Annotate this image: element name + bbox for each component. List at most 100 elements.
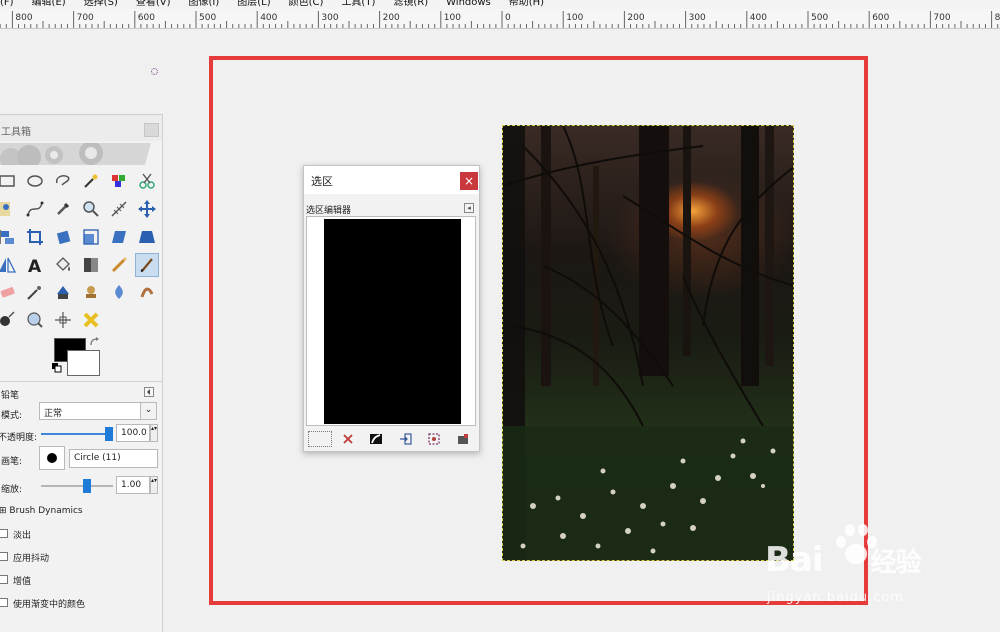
forest-photo [503,126,793,560]
brush-preview[interactable] [39,446,65,470]
panel-menu-icon[interactable] [144,387,154,397]
toolbox-titlebar[interactable]: 工具箱 [0,115,162,141]
tool-unified-transform[interactable] [51,308,75,332]
selection-to-path-button[interactable] [396,430,416,448]
tool-move[interactable] [135,197,159,221]
cage-icon [27,312,43,328]
menu-item[interactable]: 编辑(E) [23,0,75,9]
gradient-color-checkbox[interactable] [0,598,8,607]
tool-perspective[interactable] [135,225,159,249]
invert-selection-button[interactable] [366,430,386,448]
menu-item[interactable]: 图像(I) [180,0,229,9]
tool-options-panel: 铅笔 模式: 正常 ⌄ 不透明度: 100.0 ▴▾ 画笔: Circle (1… [0,381,162,610]
menu-item[interactable]: Windows [437,0,500,9]
image-canvas[interactable] [502,125,794,561]
tool-foreground-select[interactable] [0,197,19,221]
stroke-selection-button[interactable] [424,430,444,448]
incremental-checkbox[interactable] [0,575,8,584]
scale-track[interactable] [41,479,113,493]
toolbox-close-button[interactable] [144,123,159,137]
tool-clone[interactable] [79,280,103,304]
tool-ellipse-select[interactable] [23,169,47,193]
wilber-drop-zone[interactable] [0,143,151,165]
tool-smudge[interactable] [135,280,159,304]
opacity-stepper-icon[interactable]: ▴▾ [150,424,158,442]
tool-ink[interactable] [51,280,75,304]
tool-measure[interactable] [107,197,131,221]
save-to-channel-button[interactable] [453,430,473,448]
tool-warp[interactable] [79,308,103,332]
tool-pencil[interactable] [107,253,131,277]
foreground-select-icon [0,202,10,216]
watermark-brand-cn: 经验 [870,548,922,578]
brush-name-field[interactable]: Circle (11) [69,449,158,468]
baidu-watermark: Bai 经验 jingyan.baidu.com [765,520,965,610]
tool-rotate[interactable] [51,225,75,249]
tool-blend[interactable] [79,253,103,277]
tool-dodge-burn[interactable] [0,308,19,332]
perspective-icon [139,231,155,243]
rect-select-icon [0,175,15,187]
panel-menu-icon[interactable]: ◂ [464,203,474,213]
swap-colors-icon[interactable] [89,337,101,349]
horizontal-ruler[interactable]: 800 700 600 500 400 300 200 100 0 100 200 300 400 500… [0,9,1000,29]
toolbox-panel: 工具箱 A 铅笔 模式: 正常 ⌄ 不透明度: 100.0 ▴▾ 画笔: Cir… [0,114,163,632]
eraser-icon [0,287,15,298]
tool-shear[interactable] [107,225,131,249]
ruler-label: 400 [750,13,767,23]
brush-dynamics-expander[interactable]: ⊞ Brush Dynamics [0,506,83,516]
tool-flip[interactable] [0,253,19,277]
tool-text[interactable]: A [23,253,47,277]
select-all-button[interactable] [308,431,332,447]
mode-select[interactable]: 正常 ⌄ [39,402,157,420]
tool-zoom[interactable] [79,197,103,221]
menu-item[interactable]: 工具(T) [332,0,384,9]
tool-free-select[interactable] [51,169,75,193]
opacity-track[interactable] [41,427,113,441]
move-icon [138,200,156,218]
reset-colors-icon[interactable] [52,363,62,373]
watermark-brand: Bai 经验 [765,540,922,580]
tool-align[interactable] [0,225,19,249]
tool-airbrush[interactable] [23,280,47,304]
fade-checkbox[interactable] [0,529,8,538]
ruler-label: 800 [995,13,1000,23]
scale-spinbox[interactable]: 1.00 [116,476,150,494]
rotate-icon [56,230,71,245]
jitter-checkbox[interactable] [0,552,8,561]
canvas-origin-marker [151,68,158,75]
tool-scale[interactable] [79,225,103,249]
opacity-spinbox[interactable]: 100.0 [116,424,150,442]
menu-item[interactable]: 滤镜(R) [384,0,437,9]
selection-preview[interactable] [324,219,461,424]
tool-eraser[interactable] [0,280,19,304]
brush-dot-icon [47,453,57,463]
background-color[interactable] [67,350,100,376]
tool-fuzzy-select[interactable] [79,169,103,193]
tool-by-color-select[interactable] [107,169,131,193]
scale-slider-handle[interactable] [83,479,91,493]
tool-paintbrush[interactable] [135,253,159,277]
selection-dialog-titlebar[interactable]: 选区 [304,166,479,194]
menu-item[interactable]: 选择(S) [75,0,127,9]
menu-item[interactable]: 帮助(H) [500,0,553,9]
menu-item[interactable]: 图层(L) [228,0,279,9]
menu-item[interactable]: (F) [0,0,23,9]
tool-scissors-select[interactable] [135,169,159,193]
opacity-slider-handle[interactable] [105,427,113,441]
menu-item[interactable]: 查看(V) [127,0,180,9]
tool-crop[interactable] [23,225,47,249]
select-none-button[interactable] [338,430,358,448]
tool-paths[interactable] [23,197,47,221]
menu-item[interactable]: 颜色(C) [280,0,333,9]
scale-stepper-icon[interactable]: ▴▾ [150,476,158,494]
tool-color-picker[interactable] [51,197,75,221]
tool-cage[interactable] [23,308,47,332]
tool-rect-select[interactable] [0,169,19,193]
selection-dialog-close-button[interactable]: × [460,172,478,190]
tool-bucket-fill[interactable] [51,253,75,277]
smudge-icon [140,287,154,298]
selection-editor-header: 选区编辑器 [306,206,352,216]
tool-heal[interactable] [107,280,131,304]
unified-transform-icon [55,312,71,328]
